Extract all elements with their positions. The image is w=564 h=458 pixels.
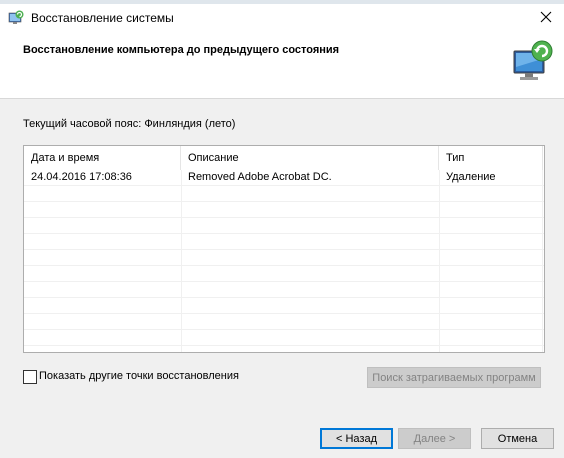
timezone-label: Текущий часовой пояс: Финляндия (лето) — [23, 118, 236, 130]
empty-row — [24, 266, 544, 282]
back-button[interactable]: < Назад — [320, 428, 393, 449]
next-button[interactable]: Далее > — [398, 428, 471, 449]
empty-row — [24, 234, 544, 250]
table-header: ⌄ Дата и время Описание Тип — [24, 146, 544, 170]
empty-row — [24, 298, 544, 314]
empty-row — [24, 186, 544, 202]
wizard-body: Текущий часовой пояс: Финляндия (лето) ⌄… — [0, 99, 564, 458]
title-bar[interactable]: Восстановление системы — [0, 4, 564, 32]
wizard-header: Восстановление компьютера до предыдущего… — [0, 32, 564, 99]
column-header-type[interactable]: Тип — [439, 146, 543, 170]
column-header-description-label: Описание — [188, 152, 239, 164]
close-icon — [540, 11, 552, 26]
empty-row — [24, 202, 544, 218]
cell-date: 24.04.2016 17:08:36 — [31, 171, 132, 183]
sort-chevron-icon: ⌄ — [94, 151, 101, 160]
cancel-button[interactable]: Отмена — [481, 428, 554, 449]
column-header-description[interactable]: Описание — [181, 146, 439, 170]
window-title: Восстановление системы — [31, 11, 174, 25]
column-header-date-label: Дата и время — [31, 152, 100, 164]
system-restore-monitor-icon — [510, 39, 556, 85]
empty-row — [24, 250, 544, 266]
close-button[interactable] — [528, 4, 564, 32]
show-more-label: Показать другие точки восстановления — [39, 370, 239, 382]
empty-row — [24, 218, 544, 234]
system-restore-icon — [8, 10, 24, 26]
cell-description: Removed Adobe Acrobat DC. — [188, 171, 332, 183]
restore-points-table[interactable]: ⌄ Дата и время Описание Тип 24.04.2016 1… — [23, 145, 545, 353]
empty-row — [24, 330, 544, 346]
empty-row — [24, 314, 544, 330]
scan-affected-programs-button[interactable]: Поиск затрагиваемых программ — [367, 367, 541, 388]
table-body: 24.04.2016 17:08:36 Removed Adobe Acroba… — [24, 170, 544, 346]
column-header-date[interactable]: ⌄ Дата и время — [24, 146, 181, 170]
column-header-type-label: Тип — [446, 152, 465, 164]
show-more-checkbox[interactable] — [23, 370, 37, 384]
cell-type: Удаление — [446, 171, 496, 183]
empty-row — [24, 282, 544, 298]
page-title: Восстановление компьютера до предыдущего… — [23, 44, 340, 56]
table-row[interactable]: 24.04.2016 17:08:36 Removed Adobe Acroba… — [24, 170, 544, 186]
